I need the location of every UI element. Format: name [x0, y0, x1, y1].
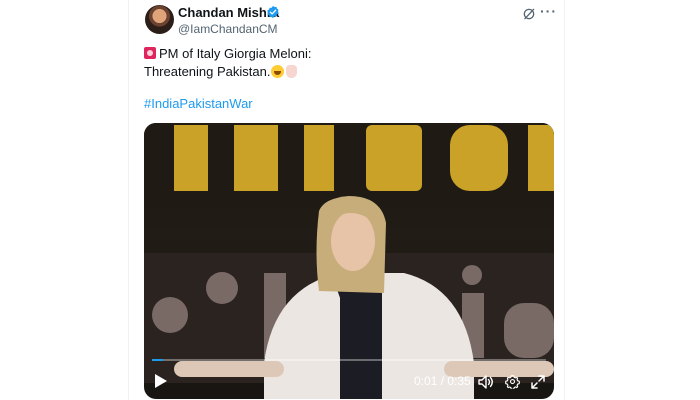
author-handle[interactable]: @IamChandanCM: [178, 22, 278, 36]
video-player[interactable]: 0:01 / 0:35: [144, 123, 554, 399]
avatar[interactable]: [145, 5, 174, 34]
more-icon[interactable]: ···: [540, 3, 557, 19]
speaker-figure: [174, 196, 554, 399]
video-duration: 0:35: [447, 374, 471, 388]
video-current-time: 0:01: [414, 374, 438, 388]
siren-emoji-icon: [144, 47, 156, 59]
pointing-down-emoji-icon: [286, 65, 298, 78]
volume-icon[interactable]: [478, 375, 494, 389]
hashtag-link[interactable]: #IndiaPakistanWar: [144, 96, 253, 111]
video-time-readout: 0:01 / 0:35: [414, 374, 471, 388]
tweet-text: PM of Italy Giorgia Meloni: Threatening …: [144, 45, 311, 81]
fullscreen-icon[interactable]: [531, 375, 545, 389]
tweet-text-line2: Threatening Pakistan.: [144, 64, 271, 79]
gear-icon[interactable]: [505, 374, 520, 389]
grok-icon[interactable]: [522, 7, 536, 21]
video-progress-fill: [152, 359, 164, 361]
tweet-text-line1: PM of Italy Giorgia Meloni:: [159, 46, 312, 61]
verified-badge-icon: [267, 5, 279, 19]
rolling-laugh-emoji-icon: [271, 65, 285, 78]
video-progress-bar[interactable]: [152, 359, 546, 361]
tweet-card: Chandan Mishra @IamChandanCM ··· PM of I…: [128, 0, 565, 400]
video-time-separator: /: [437, 374, 448, 388]
play-icon[interactable]: [154, 373, 168, 389]
author-name[interactable]: Chandan Mishra: [178, 5, 279, 20]
